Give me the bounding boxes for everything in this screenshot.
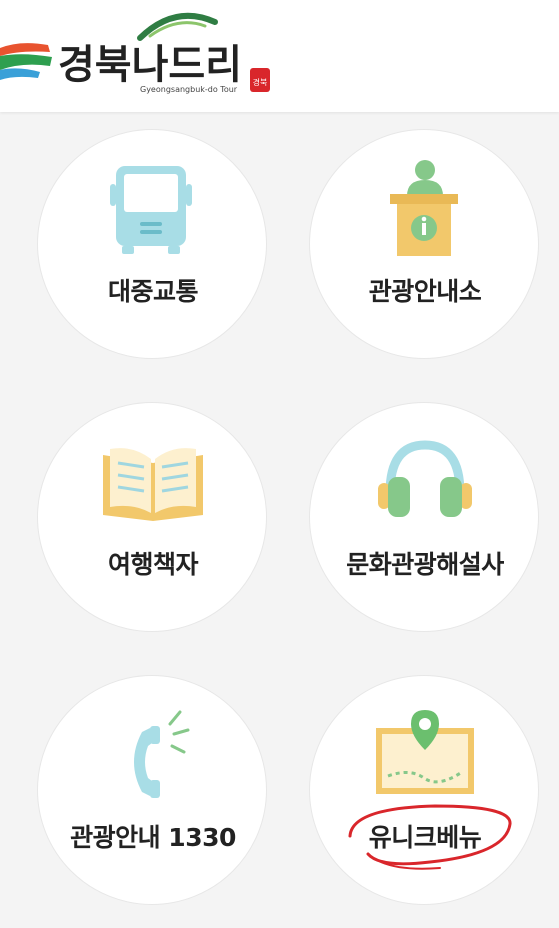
info-desk-icon bbox=[390, 160, 458, 256]
menu-grid: 대중교통 관광안내소 여행책자 문화관광해설사 관광안내 1330 유니크베뉴 bbox=[0, 112, 559, 928]
phone-icon bbox=[134, 710, 190, 798]
bus-icon bbox=[110, 166, 192, 254]
menu-item-travel-brochure[interactable]: 여행책자 bbox=[37, 402, 267, 632]
menu-item-public-transit[interactable]: 대중교통 bbox=[37, 129, 267, 359]
headphones-icon bbox=[378, 440, 472, 517]
menu-item-tourist-info-center[interactable]: 관광안내소 bbox=[309, 129, 539, 359]
menu-item-tour-guide[interactable]: 문화관광해설사 bbox=[309, 402, 539, 632]
menu-item-tourist-info-1330[interactable]: 관광안내 1330 bbox=[37, 675, 267, 905]
menu-item-label: 관광안내소 bbox=[368, 277, 482, 306]
menu-item-label: 대중교통 bbox=[107, 277, 199, 306]
menu-item-label: 관광안내 1330 bbox=[70, 823, 236, 852]
menu-item-label: 문화관광해설사 bbox=[346, 550, 504, 579]
svg-text:경북: 경북 bbox=[253, 77, 268, 87]
menu-item-unique-venue[interactable]: 유니크베뉴 bbox=[309, 675, 539, 905]
map-pin-icon bbox=[376, 710, 474, 794]
svg-text:Gyeongsangbuk-do Tour: Gyeongsangbuk-do Tour bbox=[140, 85, 238, 94]
menu-item-label: 유니크베뉴 bbox=[368, 823, 482, 852]
menu-item-label: 여행책자 bbox=[107, 550, 199, 579]
app-header: 경북나드리 Gyeongsangbuk-do Tour 경북 bbox=[0, 0, 559, 112]
open-book-icon bbox=[103, 448, 203, 521]
svg-text:경북나드리: 경북나드리 bbox=[58, 42, 242, 88]
gyeongbuk-nadri-logo[interactable]: 경북나드리 Gyeongsangbuk-do Tour 경북 bbox=[0, 0, 300, 112]
